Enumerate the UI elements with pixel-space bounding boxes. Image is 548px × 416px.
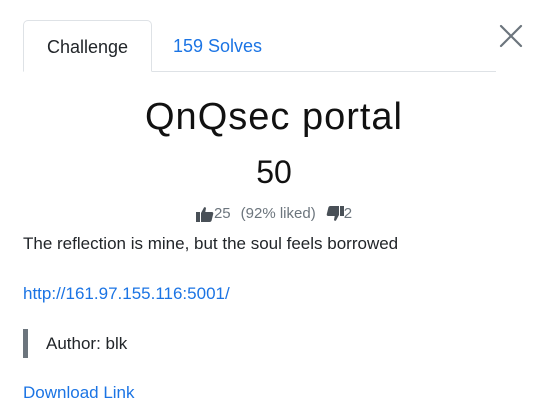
thumbs-down-icon[interactable] [326, 206, 344, 222]
challenge-description: The reflection is mine, but the soul fee… [23, 234, 399, 253]
author-text: Author: blk [46, 334, 128, 353]
challenge-tabs: Challenge 159 Solves [23, 20, 496, 72]
download-link[interactable]: Download Link [23, 381, 135, 405]
challenge-points: 50 [256, 154, 292, 190]
liked-percent: (92% liked) [240, 205, 316, 223]
close-icon [499, 24, 523, 48]
author-blockquote: Author: blk [23, 329, 127, 358]
vote-summary: 25 (92% liked) 2 [0, 203, 548, 225]
challenge-url-link[interactable]: http://161.97.155.116:5001/ [23, 282, 230, 306]
likes-count: 25 [213, 205, 231, 223]
thumbs-up-icon[interactable] [195, 206, 214, 223]
tab-solves[interactable]: 159 Solves [173, 20, 262, 72]
close-button[interactable] [498, 23, 524, 49]
challenge-title: QnQsec portal [145, 96, 403, 138]
dislikes-count: 2 [343, 205, 353, 223]
tab-challenge[interactable]: Challenge [23, 20, 152, 72]
